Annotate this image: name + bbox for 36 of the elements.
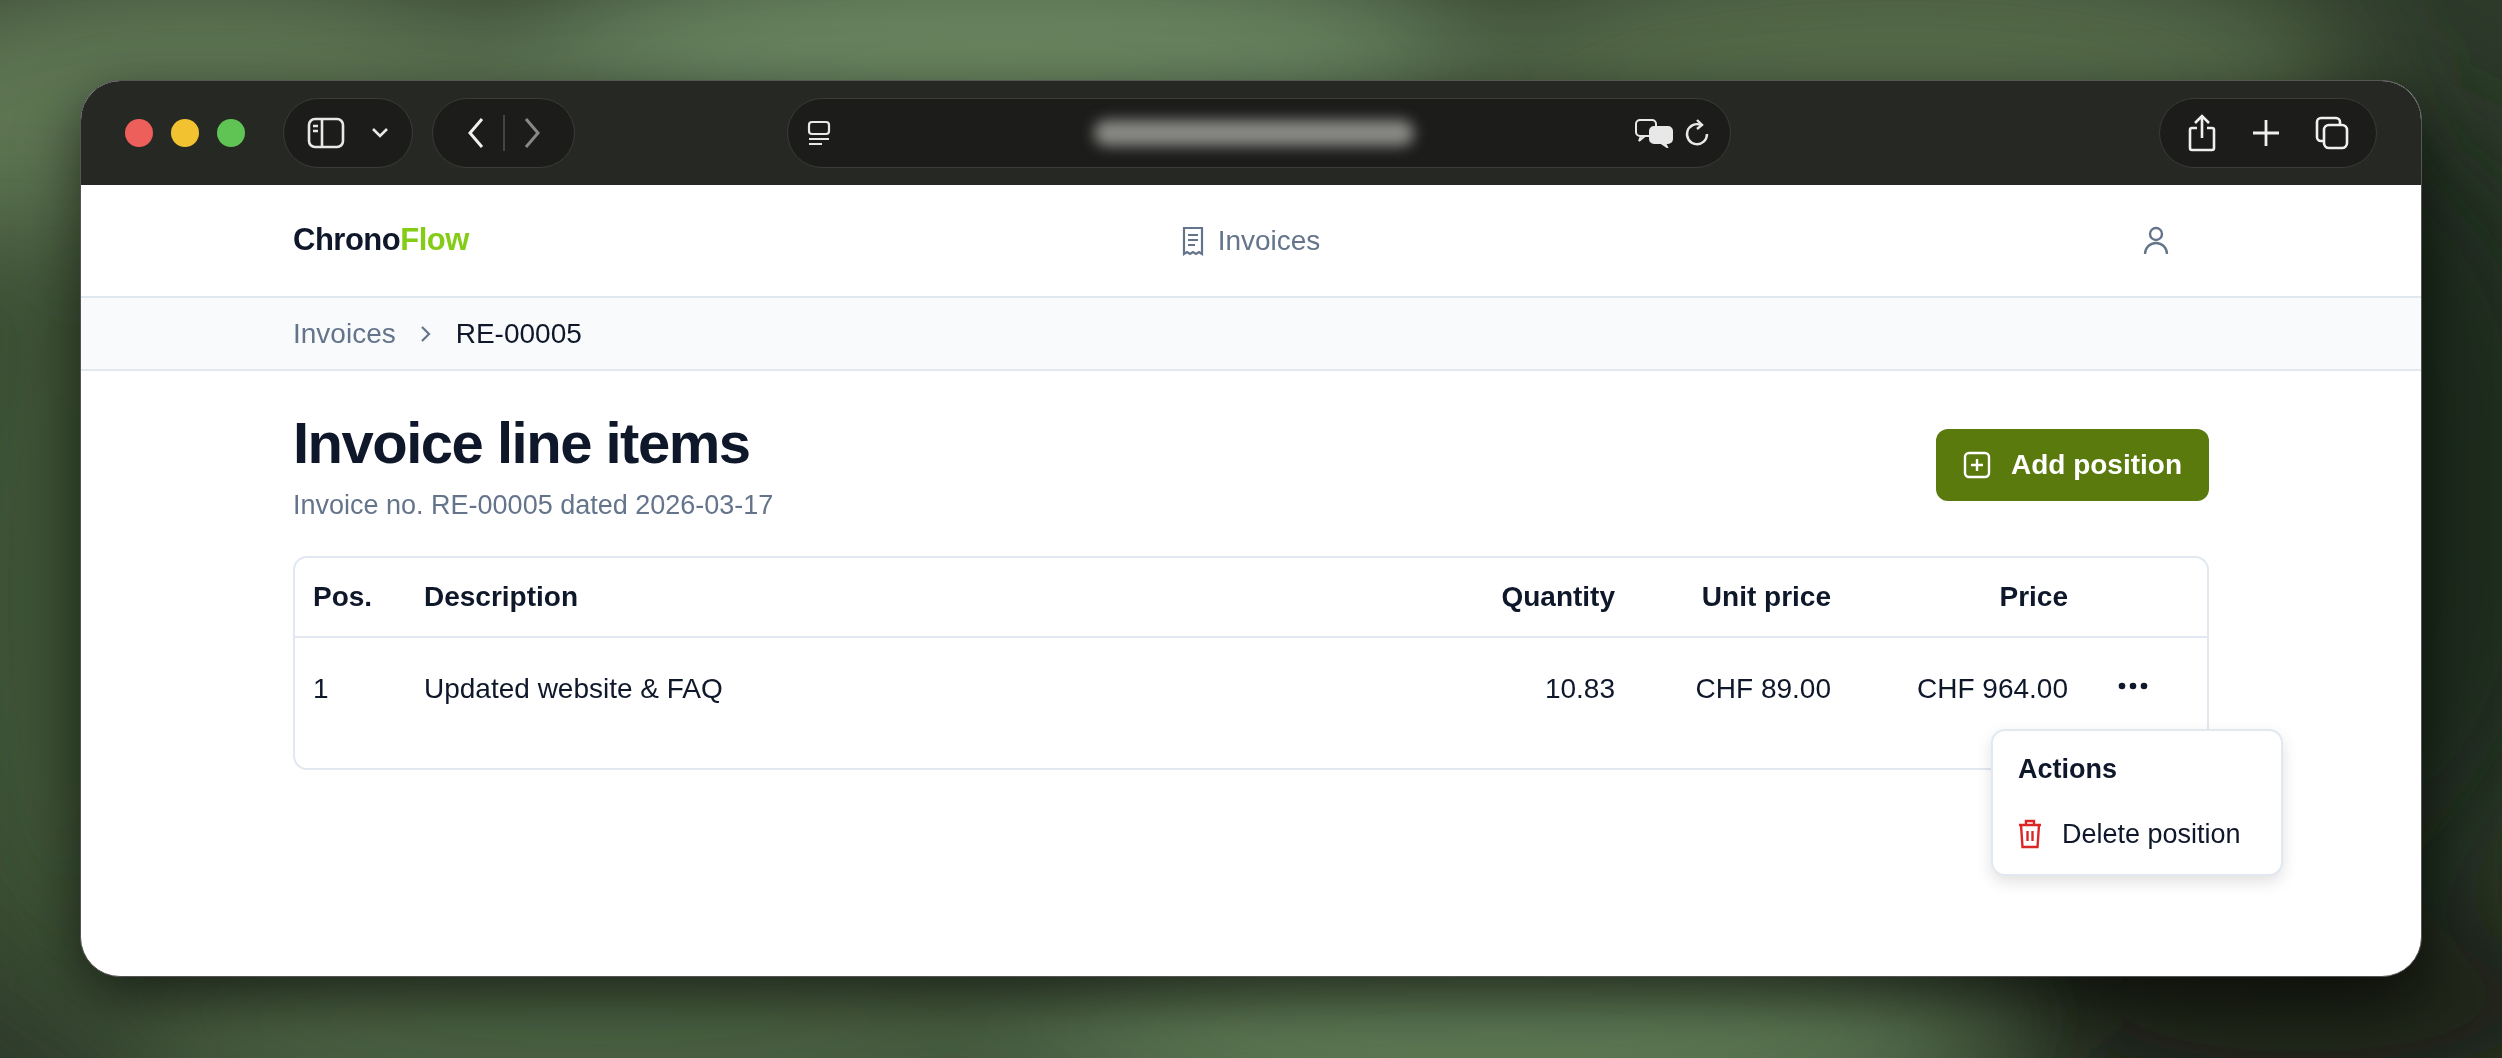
table-cell-text: Updated website & FAQ	[424, 671, 724, 706]
nav-link[interactable]: Invoices	[1181, 219, 1321, 262]
delete-position-item[interactable]: Delete position	[2000, 803, 2274, 864]
sidebar-icon	[307, 117, 345, 149]
page-subtitle: Invoice no. RE-00005 dated 2026-03-17	[293, 489, 774, 522]
page-menu-icon[interactable]	[806, 120, 832, 146]
user-icon[interactable]	[2143, 225, 2169, 256]
table-cell-text: 1	[312, 671, 330, 706]
new-tab-icon[interactable]	[2251, 118, 2281, 148]
share-icon[interactable]	[2187, 114, 2217, 152]
column-header: Pos.	[312, 579, 374, 614]
translate-icon[interactable]	[1634, 118, 1674, 148]
column-header: Quantity	[1500, 579, 1615, 614]
receipt-icon	[1181, 225, 1204, 256]
logo[interactable]: ChronoFlow	[293, 217, 553, 264]
column-header: Unit price	[1700, 579, 1831, 614]
table-cell-text: 10.83	[1543, 671, 1615, 706]
page-title: Invoice line items	[293, 409, 751, 477]
breadcrumb-link[interactable]: Invoices	[293, 312, 396, 355]
chevron-right-icon	[419, 324, 432, 343]
chevron-down-icon	[371, 127, 389, 139]
minimize-button[interactable]	[171, 119, 199, 147]
column-header: Price	[1998, 579, 2068, 614]
plus-square-icon	[1962, 451, 1991, 479]
table-cell-text: CHF 89.00	[1694, 671, 1831, 706]
zoom-button[interactable]	[217, 119, 245, 147]
table-cell-text: CHF 964.00	[1916, 671, 2068, 706]
column-header: Description	[424, 579, 580, 614]
breadcrumb-current: RE-00005	[455, 316, 582, 351]
forward-icon[interactable]	[522, 117, 541, 149]
add-position-button[interactable]: Add position	[1935, 429, 2209, 501]
trash-icon	[2018, 818, 2042, 849]
menu-heading: Actions	[2017, 753, 2118, 786]
back-icon[interactable]	[466, 117, 485, 149]
tabs-overview-icon[interactable]	[2315, 116, 2349, 150]
close-button[interactable]	[125, 119, 153, 147]
